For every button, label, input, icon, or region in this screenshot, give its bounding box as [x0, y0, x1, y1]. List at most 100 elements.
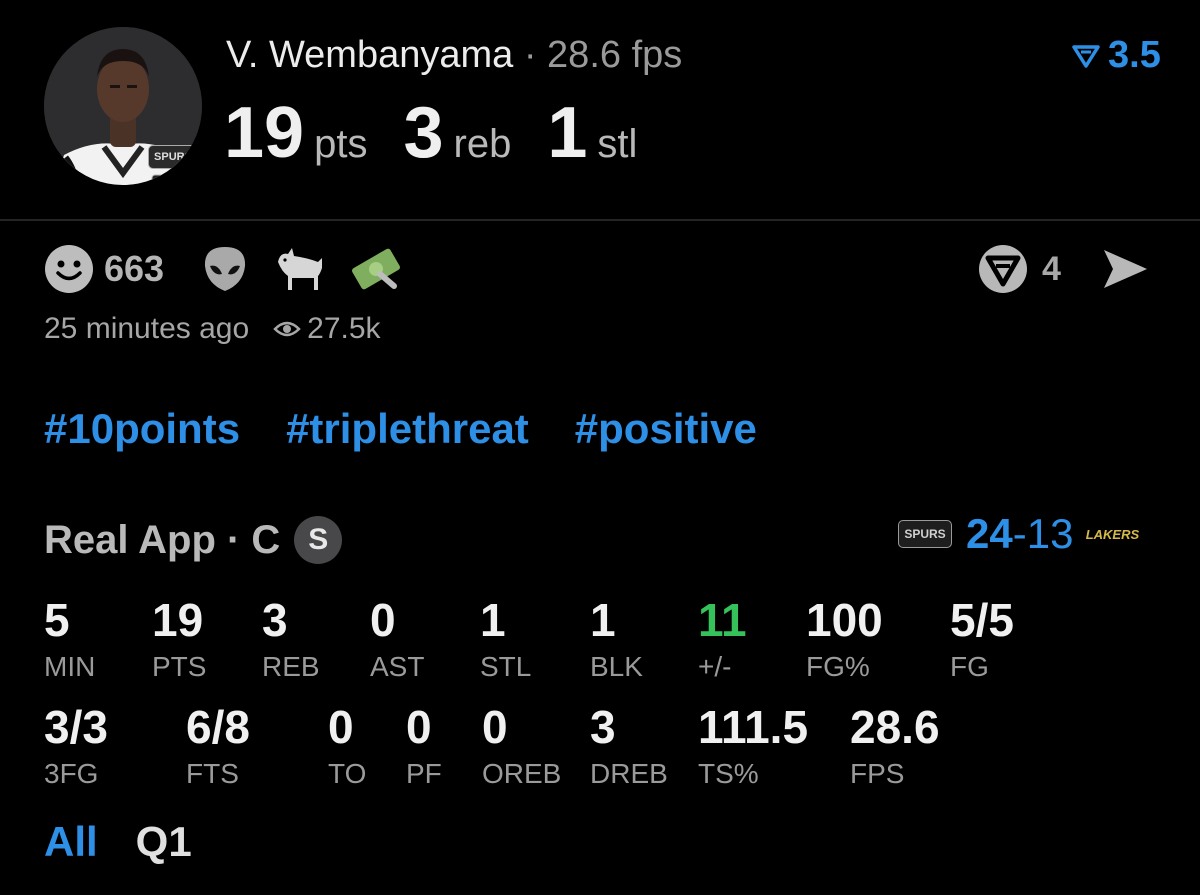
spurs-logo-icon: SPURS [898, 520, 952, 548]
stat-value: 0 [370, 594, 396, 646]
post-meta: 25 minutes ago 27.5k [44, 312, 381, 346]
stat-cell: 100 FG% [806, 597, 883, 681]
stat-label: FPS [850, 758, 905, 789]
hashtags: #10points #triplethreat #positive [44, 405, 757, 453]
line-badge[interactable]: 3.5 [1072, 34, 1161, 77]
stat-value: 5/5 [950, 594, 1014, 646]
stat-value: 111.5 [698, 701, 809, 753]
stat-value: 3/3 [44, 701, 108, 753]
lakers-logo-icon: LAKERS [1085, 526, 1140, 542]
stat-label: DREB [590, 758, 668, 789]
smiley-icon[interactable] [44, 244, 94, 294]
hashtag-link[interactable]: #triplethreat [286, 405, 529, 453]
stat-value: 0 [328, 701, 354, 753]
stat-value: 28.6 [850, 701, 940, 753]
player-name-line[interactable]: V. Wembanyama · 28.6 fps [226, 34, 682, 77]
tab-all[interactable]: All [44, 818, 98, 866]
post-time: 25 minutes ago [44, 312, 250, 345]
line-value: 3.5 [1108, 34, 1161, 76]
send-icon[interactable] [1101, 247, 1149, 291]
stat-cell: 19 PTS [152, 597, 206, 681]
game-score[interactable]: SPURS 24-13 LAKERS [898, 510, 1140, 558]
stat-cell: 0 PF [406, 704, 442, 788]
headline-stats: 19 pts 3 reb 1 stl [224, 92, 673, 174]
view-count: 27.5k [273, 312, 381, 346]
stat-label: 3FG [44, 758, 99, 789]
stat-label: MIN [44, 651, 96, 682]
stat-cell: 11 +/- [698, 597, 747, 681]
stat-label: TO [328, 758, 367, 789]
hashtag-link[interactable]: #positive [575, 405, 757, 453]
score-away: 13 [1026, 510, 1074, 557]
stat-label: AST [370, 651, 425, 682]
stat-value: 11 [698, 594, 747, 646]
share-group: 4 [978, 244, 1149, 294]
stat-cell: 0 AST [370, 597, 424, 681]
eye-icon [273, 321, 301, 337]
stat-stl-label: stl [597, 122, 638, 166]
stat-value: 0 [482, 701, 508, 753]
stat-label: FG [950, 651, 989, 682]
stat-label: OREB [482, 758, 562, 789]
stat-value: 6/8 [186, 701, 250, 753]
stat-label: STL [480, 651, 532, 682]
separator-dot: · [523, 34, 537, 76]
player-avatar[interactable]: SPURS [44, 27, 202, 185]
reactions-row: 663 [44, 244, 426, 294]
stat-value: 100 [806, 594, 883, 646]
tab-q1[interactable]: Q1 [136, 818, 192, 866]
stat-value: 3 [262, 594, 288, 646]
stat-pts-label: pts [314, 122, 368, 166]
stat-cell: 28.6 FPS [850, 704, 940, 788]
stat-value: 5 [44, 594, 70, 646]
goat-icon[interactable] [274, 244, 326, 294]
player-name[interactable]: V. Wembanyama [226, 34, 513, 76]
stat-cell: 0 OREB [482, 704, 561, 788]
stat-stl-value: 1 [547, 93, 588, 173]
header-divider [0, 219, 1200, 221]
stat-cell: 111.5 TS% [698, 704, 808, 788]
stat-pts-value: 19 [224, 93, 305, 173]
stat-cell: 3 DREB [590, 704, 668, 788]
hashtag-link[interactable]: #10points [44, 405, 240, 453]
alien-icon[interactable] [200, 244, 250, 294]
real-count: 4 [1042, 249, 1061, 288]
score-home: 24 [966, 510, 1013, 557]
stat-label: TS% [698, 758, 759, 789]
stat-reb-label: reb [453, 122, 512, 166]
stat-value: 1 [480, 594, 506, 646]
stat-label: PTS [152, 651, 207, 682]
stat-label: REB [262, 651, 320, 682]
source-row: Real App · C S [44, 516, 343, 564]
stat-cell: 3 REB [262, 597, 320, 681]
source-label: Real App · C [44, 517, 281, 562]
player-fps: 28.6 fps [547, 34, 683, 76]
starter-badge: S [294, 516, 343, 564]
stat-cell: 3/3 3FG [44, 704, 108, 788]
real-logo-icon[interactable] [978, 244, 1028, 294]
stat-value: 1 [590, 594, 616, 646]
stat-cell: 6/8 FTS [186, 704, 250, 788]
reaction-count[interactable]: 663 [104, 248, 164, 290]
stat-cell: 1 BLK [590, 597, 643, 681]
stat-cell: 5/5 FG [950, 597, 1014, 681]
stat-cell: 5 MIN [44, 597, 95, 681]
period-tabs: All Q1 [44, 818, 192, 866]
stat-label: PF [406, 758, 442, 789]
stat-label: BLK [590, 651, 643, 682]
score-separator: - [1012, 510, 1027, 557]
stat-label: FTS [186, 758, 239, 789]
stat-value: 19 [152, 594, 204, 646]
money-icon[interactable] [350, 244, 402, 294]
view-count-value: 27.5k [307, 312, 381, 345]
real-logo-icon [1072, 44, 1100, 68]
stat-cell: 1 STL [480, 597, 531, 681]
spurs-logo-icon: SPURS [148, 145, 198, 169]
stat-reb-value: 3 [403, 93, 444, 173]
stat-value: 3 [590, 701, 616, 753]
stat-value: 0 [406, 701, 432, 753]
stat-label: FG% [806, 651, 870, 682]
stat-cell: 0 TO [328, 704, 366, 788]
stat-label: +/- [698, 651, 732, 682]
score-text: 24-13 [966, 510, 1073, 558]
